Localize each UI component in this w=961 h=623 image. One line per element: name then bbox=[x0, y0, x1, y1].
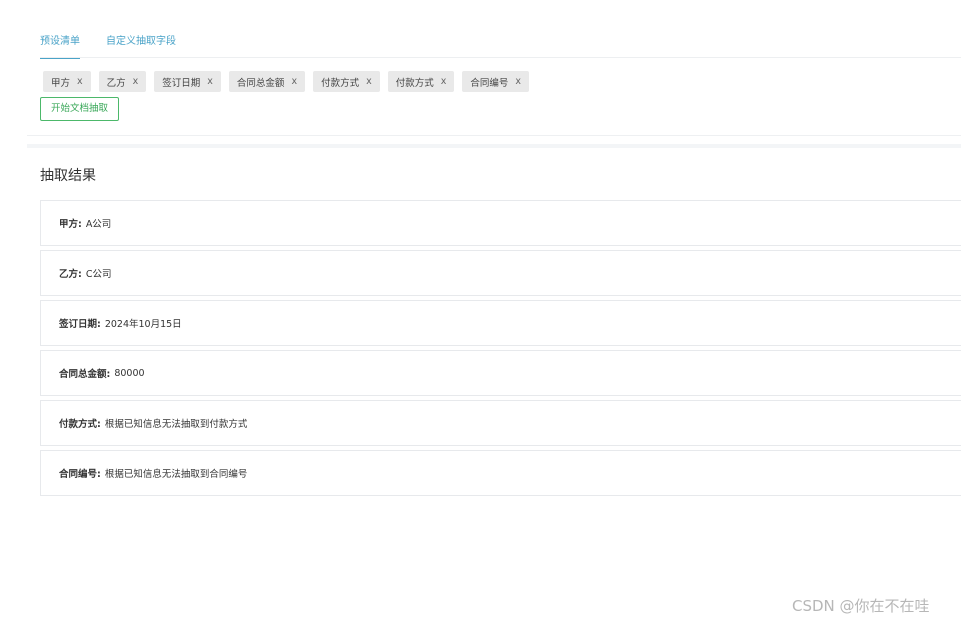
result-row: 甲方: A公司 bbox=[40, 200, 961, 246]
result-row: 乙方: C公司 bbox=[40, 250, 961, 296]
close-icon[interactable]: x bbox=[77, 76, 83, 87]
field-tag: 乙方 x bbox=[98, 71, 147, 92]
result-key: 签订日期: bbox=[59, 319, 101, 330]
result-value: A公司 bbox=[85, 219, 112, 230]
field-tag: 合同总金额 x bbox=[228, 71, 306, 92]
result-row: 付款方式: 根据已知信息无法抽取到付款方式 bbox=[40, 400, 961, 446]
start-extraction-button[interactable]: 开始文档抽取 bbox=[40, 97, 120, 121]
field-config-panel: 预设清单 自定义抽取字段 甲方 x 乙方 x 签订日期 x 合同总金额 x 付款… bbox=[27, 18, 961, 136]
close-icon[interactable]: x bbox=[366, 76, 372, 87]
result-value: 根据已知信息无法抽取到合同编号 bbox=[104, 469, 248, 480]
field-tag-label: 付款方式 bbox=[395, 77, 434, 89]
result-key: 甲方: bbox=[59, 219, 82, 230]
field-tag-label: 合同总金额 bbox=[236, 77, 285, 89]
close-icon[interactable]: x bbox=[207, 76, 213, 87]
results-title: 抽取结果 bbox=[40, 168, 96, 184]
field-tag: 甲方 x bbox=[43, 71, 91, 92]
result-row: 合同编号: 根据已知信息无法抽取到合同编号 bbox=[40, 450, 961, 496]
result-value: 2024年10月15日 bbox=[104, 319, 182, 330]
field-tag-list: 甲方 x 乙方 x 签订日期 x 合同总金额 x 付款方式 x 付款方式 x 合… bbox=[43, 71, 529, 92]
result-key: 乙方: bbox=[59, 269, 82, 280]
close-icon[interactable]: x bbox=[515, 76, 521, 87]
result-value: 根据已知信息无法抽取到付款方式 bbox=[104, 419, 248, 430]
field-tag: 付款方式 x bbox=[313, 71, 380, 92]
tab-divider bbox=[40, 57, 961, 58]
field-tag-label: 签订日期 bbox=[162, 77, 201, 89]
field-tag: 合同编号 x bbox=[462, 71, 529, 92]
results-panel: 抽取结果 甲方: A公司 乙方: C公司 签订日期: 2024年10月15日 合… bbox=[27, 148, 961, 536]
field-tag-label: 甲方 bbox=[51, 77, 71, 89]
field-tag-label: 乙方 bbox=[106, 77, 126, 89]
close-icon[interactable]: x bbox=[133, 76, 139, 87]
result-value: 80000 bbox=[114, 367, 145, 379]
field-tag-label: 付款方式 bbox=[321, 77, 360, 89]
close-icon[interactable]: x bbox=[291, 76, 297, 87]
tab-bar: 预设清单 自定义抽取字段 bbox=[40, 34, 176, 59]
result-value: C公司 bbox=[85, 269, 112, 280]
tab-custom-fields[interactable]: 自定义抽取字段 bbox=[106, 34, 176, 58]
watermark: CSDN @你在不在哇 bbox=[792, 597, 930, 615]
result-row: 合同总金额: 80000 bbox=[40, 350, 961, 396]
field-tag: 签订日期 x bbox=[154, 71, 221, 92]
field-tag-label: 合同编号 bbox=[470, 77, 509, 89]
result-key: 合同总金额: bbox=[59, 369, 111, 380]
tab-preset-list[interactable]: 预设清单 bbox=[40, 34, 80, 59]
close-icon[interactable]: x bbox=[441, 76, 447, 87]
result-key: 付款方式: bbox=[59, 419, 101, 430]
result-row: 签订日期: 2024年10月15日 bbox=[40, 300, 961, 346]
field-tag: 付款方式 x bbox=[387, 71, 455, 92]
result-key: 合同编号: bbox=[59, 469, 101, 480]
result-list: 甲方: A公司 乙方: C公司 签订日期: 2024年10月15日 合同总金额:… bbox=[40, 200, 961, 500]
